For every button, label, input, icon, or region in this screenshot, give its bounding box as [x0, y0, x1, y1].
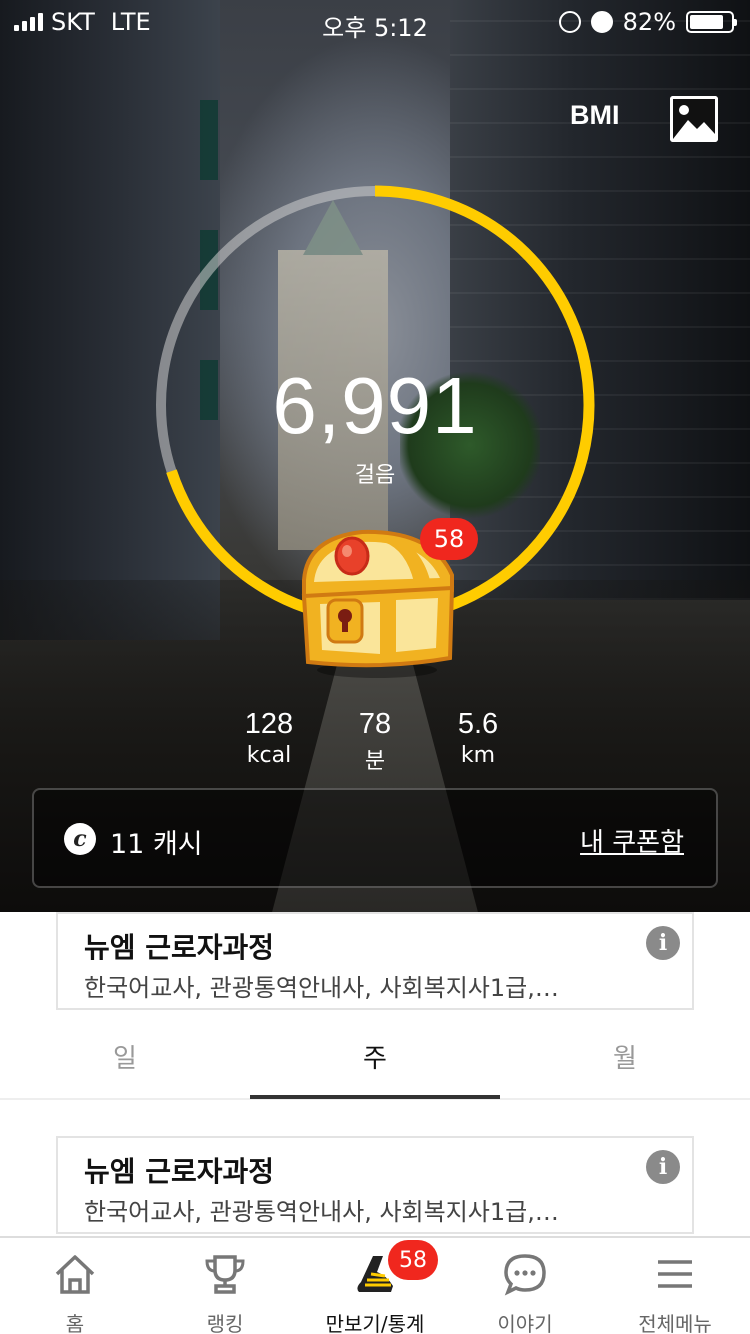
nav-ranking-label: 랭킹: [206, 1312, 244, 1334]
window: [200, 100, 218, 180]
nav-ranking[interactable]: 랭킹: [150, 1238, 300, 1334]
calories-stat: 128 kcal: [209, 708, 329, 768]
nav-story[interactable]: 이야기: [450, 1238, 600, 1334]
bmi-button[interactable]: BMI: [570, 100, 630, 140]
ad-description: 한국어교사, 관광통역안내사, 사회복지사1급,…: [84, 974, 559, 1002]
status-right: 82%: [558, 8, 737, 36]
ad-title: 뉴엠 근로자과정: [84, 931, 275, 964]
ad-banner[interactable]: 뉴엠 근로자과정 한국어교사, 관광통역안내사, 사회복지사1급,… i: [56, 1136, 694, 1234]
info-icon[interactable]: i: [646, 926, 680, 960]
trophy-icon: [205, 1255, 245, 1294]
nav-all-menu-label: 전체메뉴: [638, 1312, 712, 1334]
nav-pedometer-label: 만보기/통계: [325, 1312, 425, 1334]
distance-value: 5.6: [457, 708, 499, 740]
steps-label: 걸음: [354, 463, 396, 488]
my-coupon-link[interactable]: 내 쿠폰함: [580, 822, 684, 859]
battery-fill: [690, 15, 723, 29]
cash-panel[interactable]: c 11 캐시 내 쿠폰함: [32, 788, 718, 888]
status-bar: SKT LTE 오후 5:12 82%: [0, 0, 750, 42]
nav-story-label: 이야기: [497, 1312, 553, 1334]
cash-coin-icon: c: [64, 823, 96, 855]
steps-count: 6,991: [272, 361, 478, 450]
minutes-stat: 78 분: [315, 708, 435, 775]
bottom-nav: 홈 랭킹 만보기/통계 이야기 전체메뉴: [0, 1236, 750, 1334]
minutes-value: 78: [358, 708, 392, 740]
tab-day[interactable]: 일: [0, 1020, 250, 1098]
nav-all-menu[interactable]: 전체메뉴: [600, 1238, 750, 1334]
ad-title: 뉴엠 근로자과정: [84, 1155, 275, 1188]
cash-amount: 11 캐시: [110, 829, 203, 860]
minutes-unit: 분: [364, 749, 386, 774]
menu-icon: [658, 1260, 692, 1288]
ad-description: 한국어교사, 관광통역안내사, 사회복지사1급,…: [84, 1198, 559, 1226]
tab-month[interactable]: 월: [500, 1020, 750, 1098]
image-icon[interactable]: [670, 96, 718, 142]
nav-pedometer-badge: 58: [388, 1240, 438, 1280]
info-icon[interactable]: i: [646, 1150, 680, 1184]
ad-banner[interactable]: 뉴엠 근로자과정 한국어교사, 관광통역안내사, 사회복지사1급,… i: [56, 912, 694, 1010]
nav-home-label: 홈: [65, 1312, 85, 1334]
active-tab-indicator: [250, 1095, 500, 1099]
home-icon: [55, 1255, 95, 1294]
rotation-lock-icon: [558, 11, 581, 33]
calories-value: 128: [244, 708, 294, 740]
chest-badge: 58: [420, 518, 478, 560]
battery-icon: [686, 11, 737, 33]
distance-unit: km: [460, 743, 496, 768]
period-tabs: 일 주 월: [0, 1020, 750, 1100]
chat-icon: [504, 1254, 546, 1296]
alarm-icon: [590, 11, 613, 33]
tab-week[interactable]: 주: [250, 1020, 500, 1098]
nav-home[interactable]: 홈: [0, 1238, 150, 1334]
battery-percent: 82%: [622, 8, 676, 36]
calories-unit: kcal: [246, 743, 292, 768]
distance-stat: 5.6 km: [418, 708, 538, 768]
